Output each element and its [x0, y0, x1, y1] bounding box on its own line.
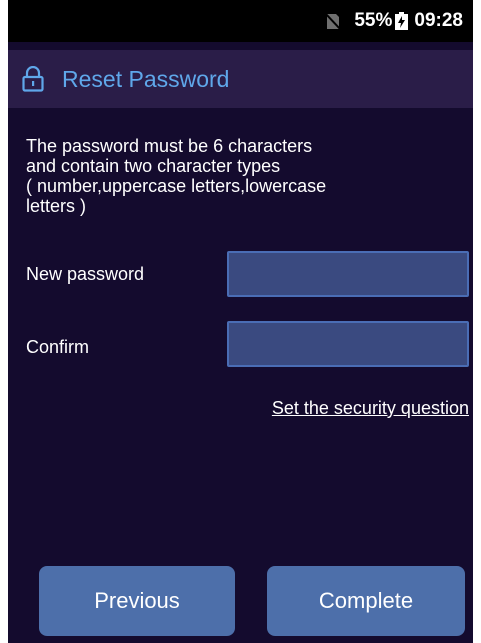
status-bar: 55% 09:28	[8, 0, 473, 42]
confirm-label: Confirm	[26, 337, 90, 357]
page-title: Reset Password	[62, 65, 230, 92]
device-screen: 55% 09:28 Reset Password The password mu…	[8, 0, 473, 643]
password-rules-text: The password must be 6 characters and co…	[26, 136, 327, 216]
status-time: 09:28	[414, 10, 463, 31]
no-sim-icon	[326, 12, 341, 30]
complete-button[interactable]: Complete	[267, 566, 465, 636]
battery-percent: 55%	[354, 10, 393, 31]
battery-charging-icon	[395, 12, 409, 30]
screen: 55% 09:28 Reset Password The password mu…	[0, 0, 481, 643]
lock-icon	[22, 66, 44, 92]
new-password-input[interactable]	[227, 251, 469, 297]
confirm-password-input[interactable]	[227, 321, 469, 367]
previous-button[interactable]: Previous	[39, 566, 235, 636]
new-password-label: New password	[26, 264, 145, 284]
security-question-link[interactable]: Set the security question	[272, 398, 469, 419]
title-bar: Reset Password	[8, 50, 473, 108]
